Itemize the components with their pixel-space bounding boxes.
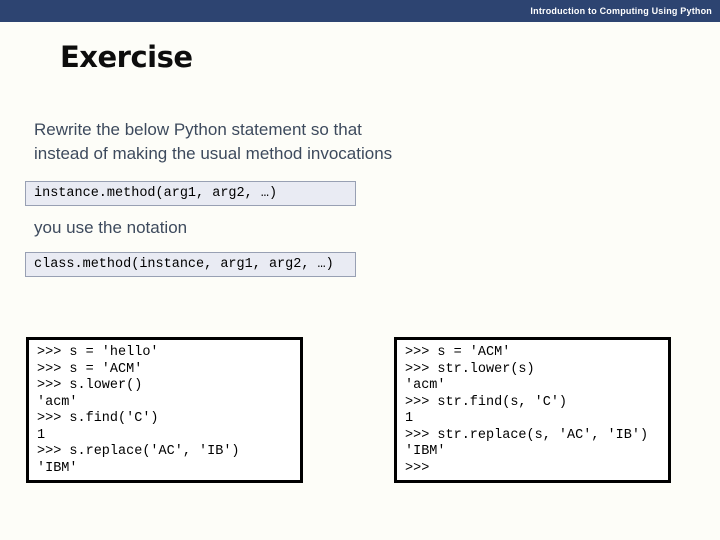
header-bar: Introduction to Computing Using Python	[0, 0, 720, 22]
course-title: Introduction to Computing Using Python	[530, 6, 712, 16]
terminal-class-method-session: >>> s = 'ACM' >>> str.lower(s) 'acm' >>>…	[394, 337, 671, 483]
terminal-instance-method-session: >>> s = 'hello' >>> s = 'ACM' >>> s.lowe…	[26, 337, 303, 483]
code-box-class-method: class.method(instance, arg1, arg2, …)	[25, 252, 356, 277]
page-title: Exercise	[60, 40, 193, 74]
body-paragraph-line-1: Rewrite the below Python statement so th…	[34, 120, 362, 139]
code-box-instance-method: instance.method(arg1, arg2, …)	[25, 181, 356, 206]
body-paragraph: Rewrite the below Python statement so th…	[34, 118, 454, 166]
notation-text: you use the notation	[34, 218, 188, 237]
body-paragraph-line-2: instead of making the usual method invoc…	[34, 144, 393, 163]
